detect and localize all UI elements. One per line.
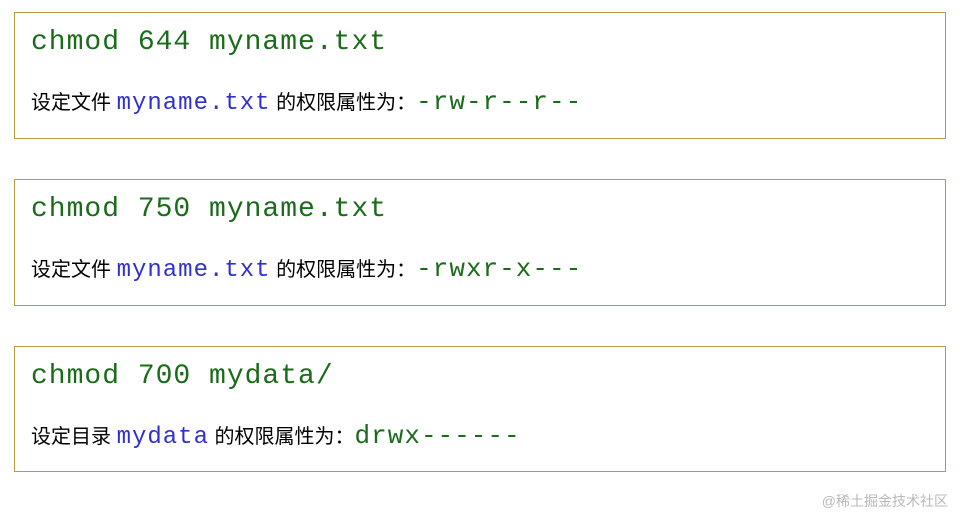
command-line: chmod 750 myname.txt <box>31 190 929 229</box>
filename: myname.txt <box>117 90 271 117</box>
desc-prefix: 设定目录 <box>31 426 117 448</box>
example-box-2: chmod 750 myname.txt 设定文件 myname.txt 的权限… <box>14 179 946 306</box>
filename: myname.txt <box>117 257 271 284</box>
description-line: 设定文件 myname.txt 的权限属性为：-rwxr-x--- <box>31 249 929 291</box>
permissions: -rwxr-x--- <box>416 254 582 284</box>
command-line: chmod 644 myname.txt <box>31 23 929 62</box>
description-line: 设定目录 mydata 的权限属性为：drwx------ <box>31 416 929 458</box>
watermark: @稀土掘金技术社区 <box>822 491 948 511</box>
command-line: chmod 700 mydata/ <box>31 357 929 396</box>
desc-mid: 的权限属性为： <box>271 259 417 281</box>
example-box-3: chmod 700 mydata/ 设定目录 mydata 的权限属性为：drw… <box>14 346 946 473</box>
desc-prefix: 设定文件 <box>31 92 117 114</box>
example-box-1: chmod 644 myname.txt 设定文件 myname.txt 的权限… <box>14 12 946 139</box>
filename: mydata <box>117 424 209 451</box>
permissions: -rw-r--r-- <box>416 87 582 117</box>
permissions: drwx------ <box>355 421 521 451</box>
desc-mid: 的权限属性为： <box>209 426 355 448</box>
desc-prefix: 设定文件 <box>31 259 117 281</box>
description-line: 设定文件 myname.txt 的权限属性为：-rw-r--r-- <box>31 82 929 124</box>
desc-mid: 的权限属性为： <box>271 92 417 114</box>
